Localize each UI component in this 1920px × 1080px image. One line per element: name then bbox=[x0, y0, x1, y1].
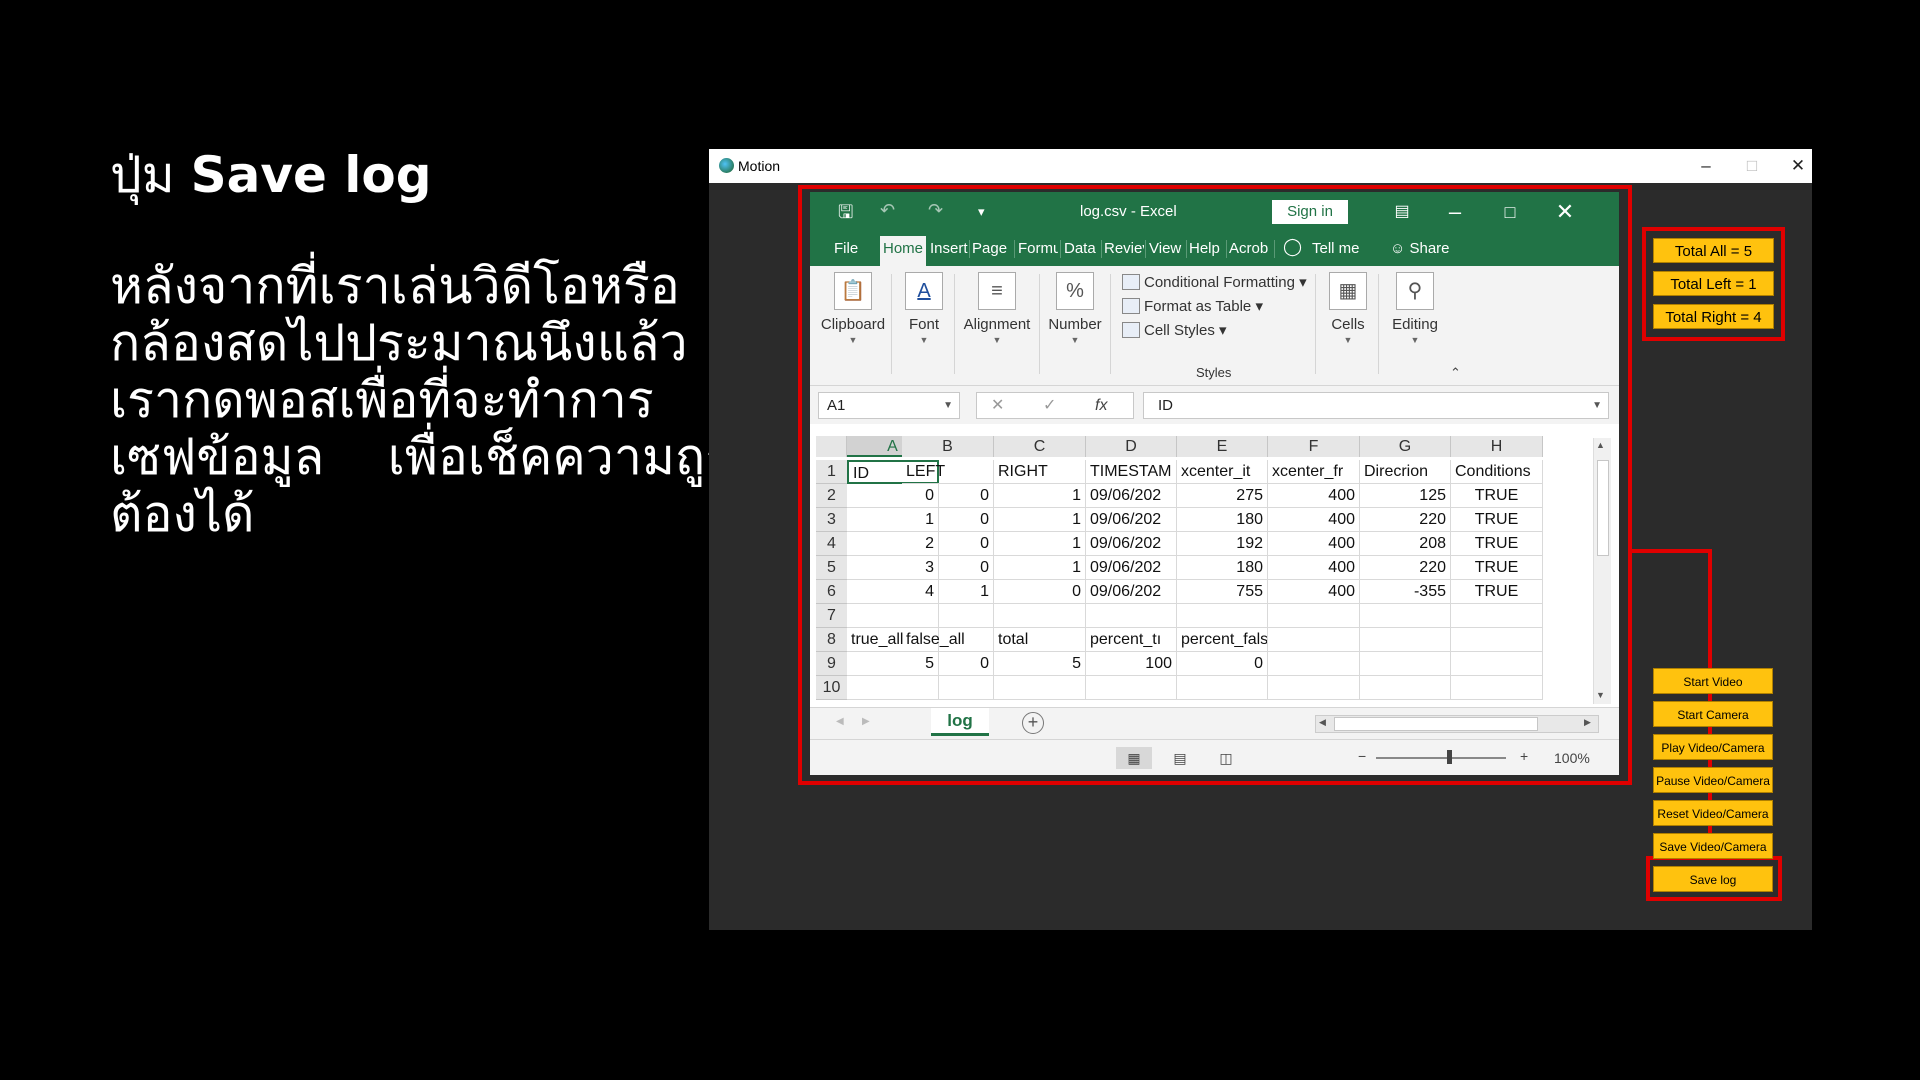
save-video-camera-button[interactable]: Save Video/Camera bbox=[1653, 833, 1773, 859]
slide-title: ปุ่ม Save log bbox=[110, 145, 432, 205]
maximize-icon[interactable]: □ bbox=[1737, 154, 1767, 178]
slide-title-bold: Save log bbox=[190, 146, 432, 204]
close-icon[interactable]: ✕ bbox=[1783, 154, 1813, 178]
pause-video-camera-button[interactable]: Pause Video/Camera bbox=[1653, 767, 1773, 793]
total-right-label: Total Right = 4 bbox=[1653, 304, 1774, 329]
play-video-camera-button[interactable]: Play Video/Camera bbox=[1653, 734, 1773, 760]
slide-body: หลังจากที่เราเล่นวิดีโอหรือ กล้องสดไปประ… bbox=[110, 257, 736, 543]
minimize-icon[interactable]: – bbox=[1691, 154, 1721, 178]
total-all-label: Total All = 5 bbox=[1653, 238, 1774, 263]
slide-body-line: ต้องได้ bbox=[110, 485, 255, 543]
slide-body-line: หลังจากที่เราเล่นวิดีโอหรือ bbox=[110, 257, 680, 315]
total-left-label: Total Left = 1 bbox=[1653, 271, 1774, 296]
slide-title-prefix: ปุ่ม bbox=[110, 146, 175, 204]
slide-body-line: เซฟข้อมูล เพื่อเช็คความถูก bbox=[110, 428, 736, 486]
start-video-button[interactable]: Start Video bbox=[1653, 668, 1773, 694]
slide-body-line: เรากดพอสเพื่อที่จะทำการ bbox=[110, 371, 654, 429]
reset-video-camera-button[interactable]: Reset Video/Camera bbox=[1653, 800, 1773, 826]
motion-title: Motion bbox=[738, 158, 781, 174]
connector-line bbox=[1632, 549, 1712, 553]
slide-body-line: กล้องสดไปประมาณนึงแล้ว bbox=[110, 314, 688, 372]
globe-icon bbox=[719, 158, 734, 173]
save-log-button[interactable]: Save log bbox=[1653, 866, 1773, 892]
motion-titlebar: Motion – □ ✕ bbox=[709, 149, 1812, 183]
highlight-excel bbox=[798, 185, 1632, 785]
start-camera-button[interactable]: Start Camera bbox=[1653, 701, 1773, 727]
